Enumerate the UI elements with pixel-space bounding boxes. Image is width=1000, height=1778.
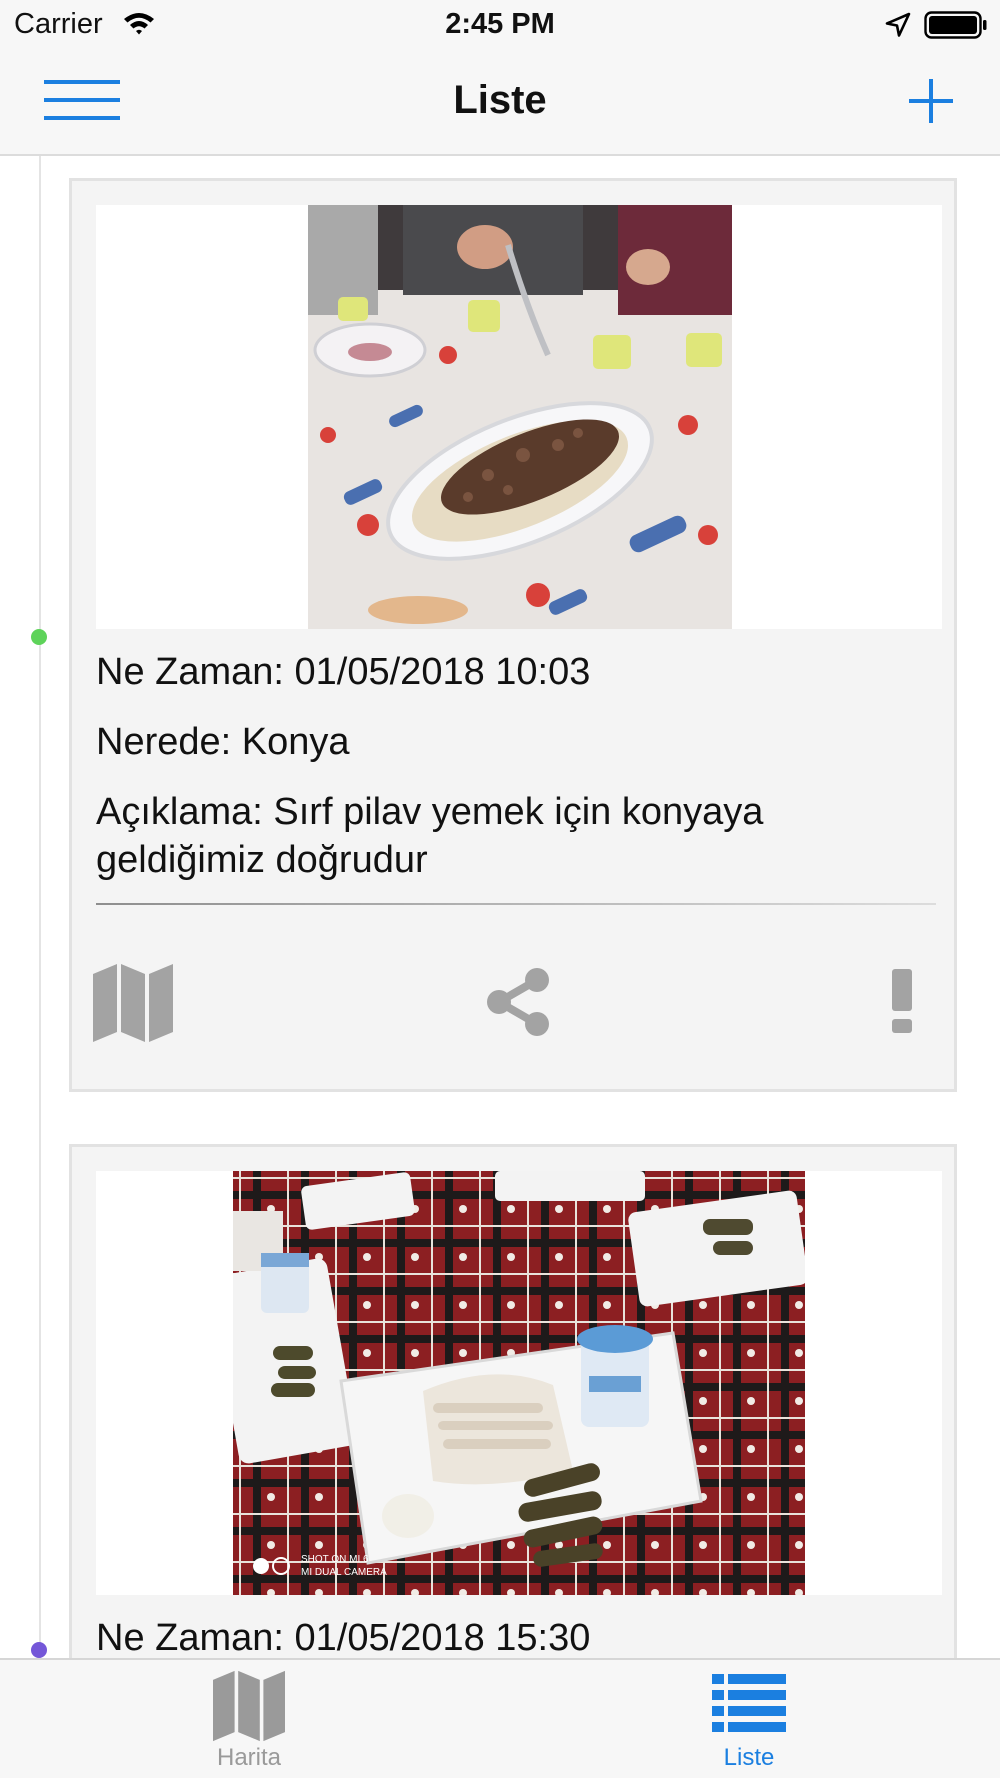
tab-label: Liste [723, 1744, 775, 1771]
description-label: Açıklama: [96, 791, 263, 833]
tab-bar: Harita Liste [0, 1658, 1000, 1778]
memory-card: SHOT ON MI 6 MI DUAL CAMERA Ne Zaman: 01… [69, 1144, 957, 1658]
card-divider [96, 903, 936, 905]
svg-text:SHOT ON MI 6: SHOT ON MI 6 [301, 1554, 369, 1565]
description-row: Açıklama: Sırf pilav yemek için konyaya … [96, 788, 936, 884]
timeline-feed[interactable]: Ne Zaman: 01/05/2018 10:03 Nerede: Konya… [0, 156, 1000, 1658]
photo-frame [96, 205, 942, 629]
location-arrow-icon [884, 11, 912, 44]
page-title: Liste [453, 78, 547, 122]
tab-liste[interactable]: Liste [669, 1660, 829, 1778]
when-label: Ne Zaman: [96, 651, 284, 693]
when-row: Ne Zaman: 01/05/2018 15:30 [96, 1614, 936, 1658]
when-row: Ne Zaman: 01/05/2018 10:03 [96, 648, 936, 696]
map-icon [213, 1670, 285, 1747]
photo-frame: SHOT ON MI 6 MI DUAL CAMERA [96, 1171, 942, 1595]
battery-full-icon [924, 10, 988, 45]
exclamation-icon[interactable] [890, 969, 914, 1040]
status-bar: Carrier 2:45 PM [0, 0, 1000, 52]
meal-photo[interactable] [308, 205, 732, 629]
timeline-dot [31, 1642, 47, 1658]
where-label: Nerede: [96, 721, 232, 763]
timeline-dot [31, 629, 47, 645]
svg-text:MI DUAL CAMERA: MI DUAL CAMERA [301, 1567, 387, 1578]
share-icon[interactable] [483, 967, 553, 1042]
tab-label: Harita [216, 1744, 282, 1771]
tab-harita[interactable]: Harita [169, 1660, 329, 1778]
plus-icon[interactable] [906, 76, 956, 131]
when-value: 01/05/2018 15:30 [294, 1617, 591, 1658]
where-row: Nerede: Konya [96, 718, 936, 766]
navigation-bar: Liste [0, 52, 1000, 156]
meal-photo[interactable]: SHOT ON MI 6 MI DUAL CAMERA [233, 1171, 805, 1595]
when-value: 01/05/2018 10:03 [294, 651, 591, 693]
status-time: 2:45 PM [445, 8, 555, 40]
memory-card: Ne Zaman: 01/05/2018 10:03 Nerede: Konya… [69, 178, 957, 1092]
timeline-line [39, 156, 41, 1658]
where-value: Konya [241, 721, 350, 763]
map-icon[interactable] [93, 964, 173, 1047]
list-icon [712, 1674, 786, 1737]
when-label: Ne Zaman: [96, 1617, 284, 1658]
